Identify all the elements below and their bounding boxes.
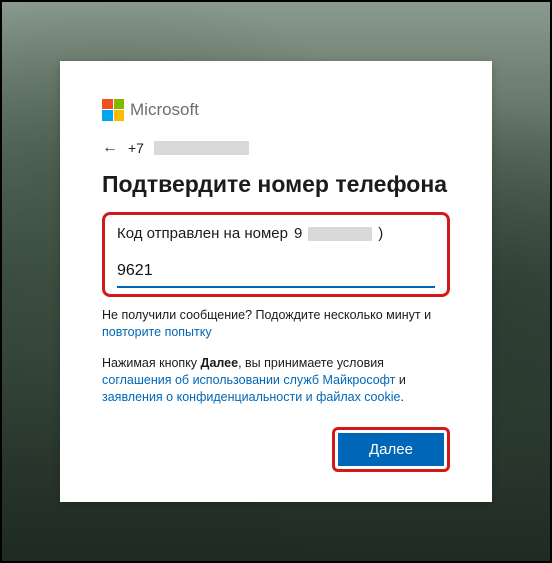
sent-text: Код отправлен на номер [117, 225, 288, 242]
microsoft-logo-icon [102, 99, 124, 121]
redacted-phone [154, 141, 249, 155]
back-account-row[interactable]: ← +7 [102, 139, 450, 157]
next-button[interactable]: Далее [338, 433, 444, 466]
back-arrow-icon[interactable]: ← [102, 139, 118, 157]
redacted-number [308, 227, 372, 241]
verify-phone-dialog: Microsoft ← +7 Подтвердите номер телефон… [60, 61, 492, 503]
highlight-next-button: Далее [332, 427, 450, 472]
phone-prefix: +7 [128, 140, 144, 156]
button-row: Далее [102, 427, 450, 472]
retry-link[interactable]: повторите попытку [102, 325, 212, 339]
code-sent-label: Код отправлен на номер 9 ) [117, 225, 435, 242]
verification-code-input[interactable] [117, 258, 435, 288]
privacy-cookies-link[interactable]: заявления о конфиденциальности и файлах … [102, 390, 400, 404]
page-title: Подтвердите номер телефона [102, 171, 450, 199]
terms-text: Нажимая кнопку Далее, вы принимаете усло… [102, 355, 450, 406]
services-agreement-link[interactable]: соглашения об использовании служб Майкро… [102, 373, 395, 387]
resend-hint: Не получили сообщение? Подождите несколь… [102, 307, 450, 341]
brand-row: Microsoft [102, 99, 450, 121]
brand-label: Microsoft [130, 100, 199, 120]
sent-number-start: 9 [294, 225, 302, 242]
highlight-code-area: Код отправлен на номер 9 ) [102, 212, 450, 297]
sent-last: ) [378, 225, 383, 242]
